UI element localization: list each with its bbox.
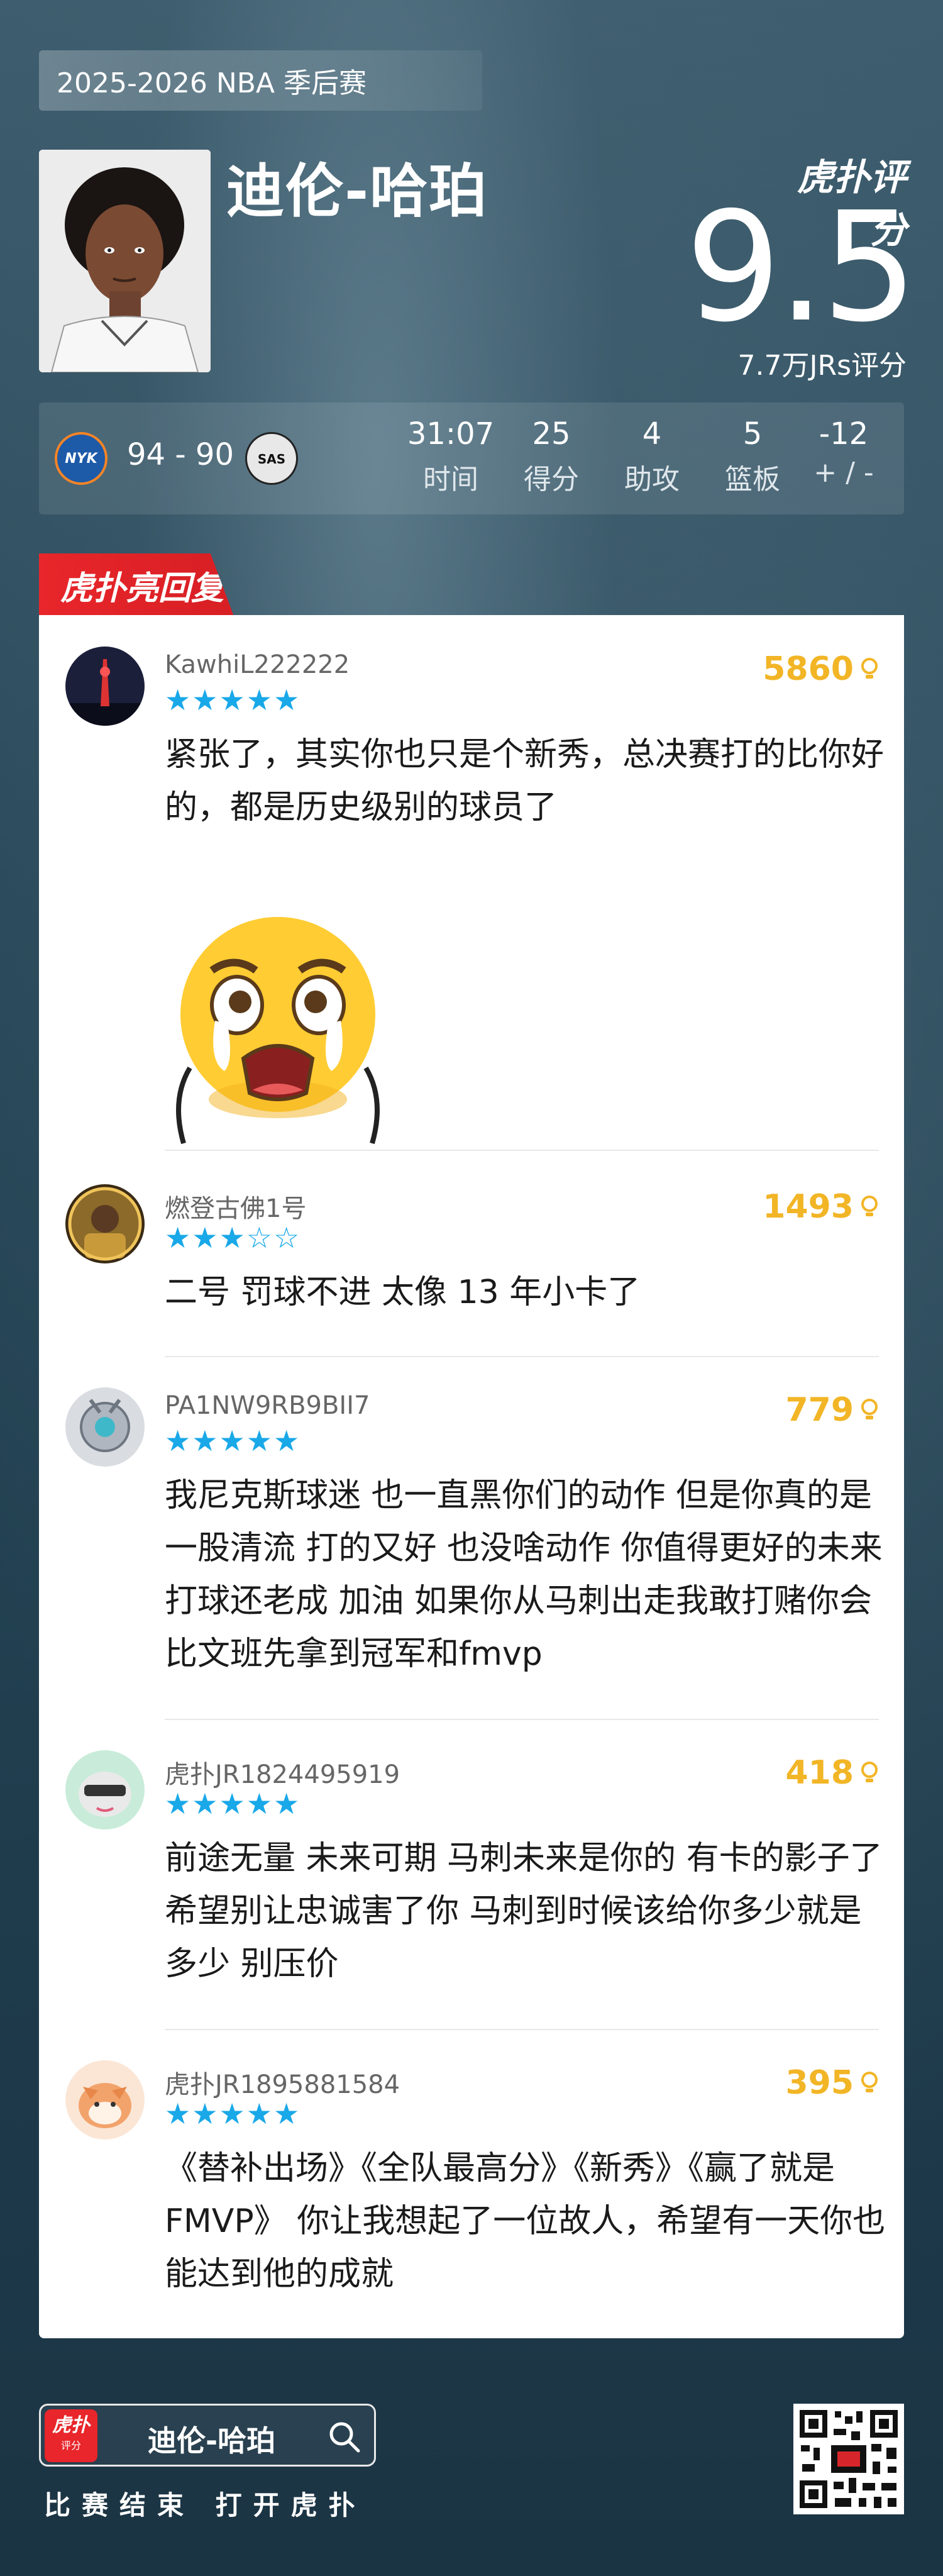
stat-label: 助攻 <box>624 464 680 496</box>
comment-text: 前途无量 未来可期 马刺未来是你的 有卡的影子了 希望别让忠诚害了你 马刺到时候… <box>165 1840 883 1983</box>
lightbulb-icon <box>860 1196 879 1218</box>
user-avatar[interactable] <box>65 1750 145 1829</box>
lightbulb-icon <box>860 2072 879 2094</box>
footer-player-name: 迪伦-哈珀 <box>148 2424 276 2458</box>
likes-count[interactable]: 1493 <box>763 1188 879 1226</box>
rating-votes: 7.7万JRs评分 <box>737 350 907 382</box>
footer-search-bar[interactable]: 虎扑 评分 迪伦-哈珀 <box>39 2404 376 2467</box>
hupu-logo-subtext: 评分 <box>60 2440 81 2451</box>
comment-text: 紧张了，其实你也只是个新秀，总决赛打的比你好的，都是历史级别的球员了 <box>165 736 885 826</box>
home-team-abbr: NYK <box>65 451 97 467</box>
player-name: 迪伦-哈珀 <box>226 158 488 225</box>
user-avatar[interactable] <box>65 1184 145 1263</box>
comment-text: 《替补出场》《全队最高分》《新秀》《赢了就是FMVP》 你让我想起了一位故人，希… <box>165 2150 886 2293</box>
stat-label: 篮板 <box>725 464 780 496</box>
star-rating: ★★★★★ <box>165 1787 301 1821</box>
lightbulb-icon <box>860 658 879 680</box>
qr-code[interactable] <box>793 2404 904 2514</box>
game-score: 94 - 90 <box>127 437 234 472</box>
knicks-logo-icon: NYK <box>55 432 108 485</box>
stat-value: 4 <box>642 416 662 452</box>
robot-avatar-icon <box>65 1387 145 1467</box>
username[interactable]: 燃登古佛1号 <box>165 1188 306 1224</box>
star-rating: ★★★★★ <box>165 1424 301 1458</box>
comments-card: KawhiL222222 ★★★★★ 5860 紧张了，其实你也只是个新秀，总决… <box>39 615 904 2338</box>
likes-value: 1493 <box>763 1188 854 1226</box>
game-stats-bar: NYK 94 - 90 SAS 31:07 时间 25 得分 4 助攻 5 篮板… <box>39 402 904 514</box>
user-avatar[interactable] <box>65 2060 145 2140</box>
likes-count[interactable]: 395 <box>785 2064 879 2102</box>
likes-value: 395 <box>785 2064 854 2102</box>
comment-text: 二号 罚球不进 太像 13 年小卡了 <box>165 1274 641 1311</box>
away-team-abbr: SAS <box>257 452 286 467</box>
username[interactable]: 虎扑JR1895881584 <box>165 2064 400 2101</box>
likes-count[interactable]: 779 <box>785 1391 879 1429</box>
player-rating: 9.5 <box>685 179 918 355</box>
stat-rebounds: 5 篮板 <box>702 416 803 497</box>
comment-divider <box>165 1719 879 1720</box>
stat-label: 时间 <box>423 464 478 496</box>
stat-label: + / - <box>813 457 874 489</box>
search-icon[interactable] <box>327 2419 362 2455</box>
gold-avatar-icon <box>65 1184 145 1263</box>
comment-divider <box>165 2029 879 2030</box>
likes-value: 418 <box>785 1754 854 1792</box>
cool-cat-avatar-icon <box>65 1750 145 1829</box>
tower-avatar-icon <box>65 647 145 726</box>
username[interactable]: KawhiL222222 <box>165 650 350 679</box>
crying-emoji-icon <box>176 917 380 1145</box>
star-rating: ★★★★★ <box>165 683 301 717</box>
comment-text: 我尼克斯球迷 也一直黑你们的动作 但是你真的是一股清流 打的又好 也没啥动作 你… <box>165 1477 883 1673</box>
user-avatar[interactable] <box>65 1387 145 1467</box>
stat-value: -12 <box>819 416 869 452</box>
star-rating: ★★★★★ <box>165 2097 301 2131</box>
qr-code-icon <box>793 2404 904 2514</box>
likes-count[interactable]: 418 <box>785 1754 879 1792</box>
stat-value: 25 <box>532 416 571 452</box>
stat-points: 25 得分 <box>501 416 602 497</box>
likes-value: 5860 <box>763 650 854 688</box>
user-avatar[interactable] <box>65 647 145 726</box>
player-photo <box>39 150 211 372</box>
stat-label: 得分 <box>524 464 579 496</box>
comment-divider <box>165 1150 879 1151</box>
season-label: 2025-2026 NBA 季后赛 <box>39 50 482 111</box>
hupu-logo: 虎扑 评分 <box>45 2409 97 2462</box>
highlight-replies-tag: 虎扑亮回复 <box>39 553 234 616</box>
lightbulb-icon <box>860 1399 879 1421</box>
stat-minutes: 31:07 时间 <box>400 416 501 497</box>
spurs-logo-icon: SAS <box>245 432 298 485</box>
lightbulb-icon <box>860 1762 879 1784</box>
stat-value: 5 <box>742 416 763 452</box>
shiba-avatar-icon <box>65 2060 145 2140</box>
footer-subtitle: 比赛结束 打开虎扑 <box>44 2490 367 2521</box>
hupu-logo-text: 虎扑 <box>52 2414 90 2436</box>
stat-value: 31:07 <box>407 416 495 452</box>
likes-count[interactable]: 5860 <box>763 650 879 688</box>
stat-assists: 4 助攻 <box>602 416 702 497</box>
comment-divider <box>165 1356 879 1357</box>
likes-value: 779 <box>785 1391 854 1429</box>
stat-plus-minus: -12 + / - <box>793 416 894 489</box>
star-rating: ★★★☆☆ <box>165 1221 301 1255</box>
player-portrait-icon <box>39 150 211 372</box>
username[interactable]: 虎扑JR1824495919 <box>165 1754 400 1790</box>
username[interactable]: PA1NW9RB9BII7 <box>165 1391 370 1420</box>
